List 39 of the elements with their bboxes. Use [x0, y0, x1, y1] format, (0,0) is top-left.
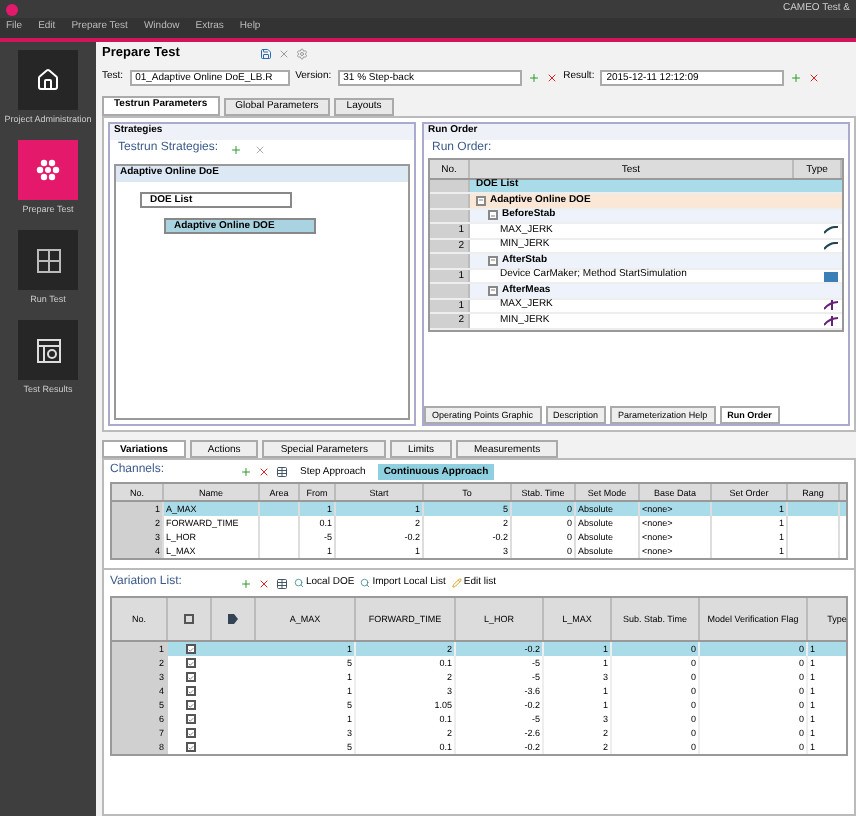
grid-icon [35, 247, 61, 273]
curve-icon [824, 315, 838, 326]
device-icon [824, 269, 838, 282]
app-logo-icon [6, 3, 18, 15]
delete-icon[interactable] [254, 143, 267, 155]
checkbox[interactable] [185, 686, 195, 696]
close-icon[interactable] [277, 48, 290, 60]
add-icon[interactable] [240, 577, 252, 589]
delete-icon[interactable] [545, 72, 558, 84]
checkbox[interactable] [185, 700, 195, 710]
collapse-icon[interactable] [476, 195, 486, 206]
collapse-icon[interactable] [488, 285, 498, 296]
delete-icon[interactable] [258, 465, 270, 477]
checkbox[interactable] [185, 742, 195, 752]
flower-icon [34, 156, 62, 184]
add-icon[interactable] [230, 143, 243, 155]
delete-icon[interactable] [808, 72, 821, 84]
search-icon [360, 578, 371, 588]
table-search-icon [35, 337, 61, 363]
checkbox[interactable] [185, 714, 195, 724]
add-icon[interactable] [790, 72, 803, 84]
table-icon[interactable] [276, 465, 288, 477]
add-icon[interactable] [240, 465, 252, 477]
checkbox[interactable] [185, 728, 195, 738]
checkbox[interactable] [185, 658, 195, 668]
delete-icon[interactable] [258, 577, 270, 589]
collapse-icon[interactable] [488, 255, 498, 266]
save-icon[interactable] [259, 48, 272, 60]
checkbox[interactable] [185, 644, 195, 654]
checkbox-icon [184, 614, 194, 624]
search-icon [294, 578, 304, 588]
table-icon[interactable] [276, 577, 288, 589]
home-icon [36, 68, 60, 92]
checkbox[interactable] [185, 672, 195, 682]
collapse-icon[interactable] [488, 210, 498, 221]
tag-icon [228, 614, 238, 624]
pencil-icon [451, 578, 462, 588]
add-icon[interactable] [527, 72, 540, 84]
curve-icon [824, 300, 838, 311]
